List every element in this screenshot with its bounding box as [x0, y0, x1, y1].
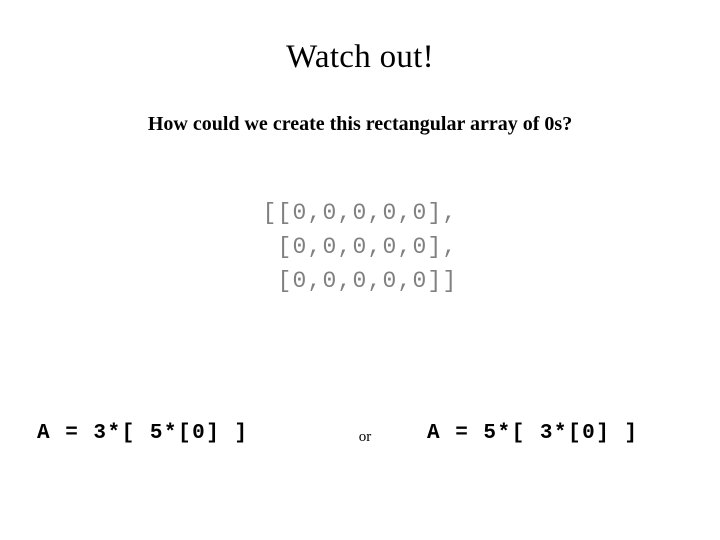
array-literal-block: [[0,0,0,0,0], [0,0,0,0,0], [0,0,0,0,0]] [0, 196, 720, 298]
slide-canvas: Watch out! How could we create this rect… [0, 0, 720, 540]
separator-or-label: or [358, 429, 372, 445]
code-snippet-right: A = 5*[ 3*[0] ] [427, 422, 639, 445]
array-literal-line-3: [0,0,0,0,0]] [262, 268, 458, 294]
page-title: Watch out! [286, 39, 434, 75]
array-literal-line-2: [0,0,0,0,0], [262, 234, 458, 260]
array-literal-line-1: [[0,0,0,0,0], [262, 200, 458, 226]
subtitle-question: How could we create this rectangular arr… [147, 113, 573, 135]
answers-row: A = 3*[ 5*[0] ] or A = 5*[ 3*[0] ] [0, 418, 720, 458]
code-snippet-left: A = 3*[ 5*[0] ] [37, 422, 249, 445]
